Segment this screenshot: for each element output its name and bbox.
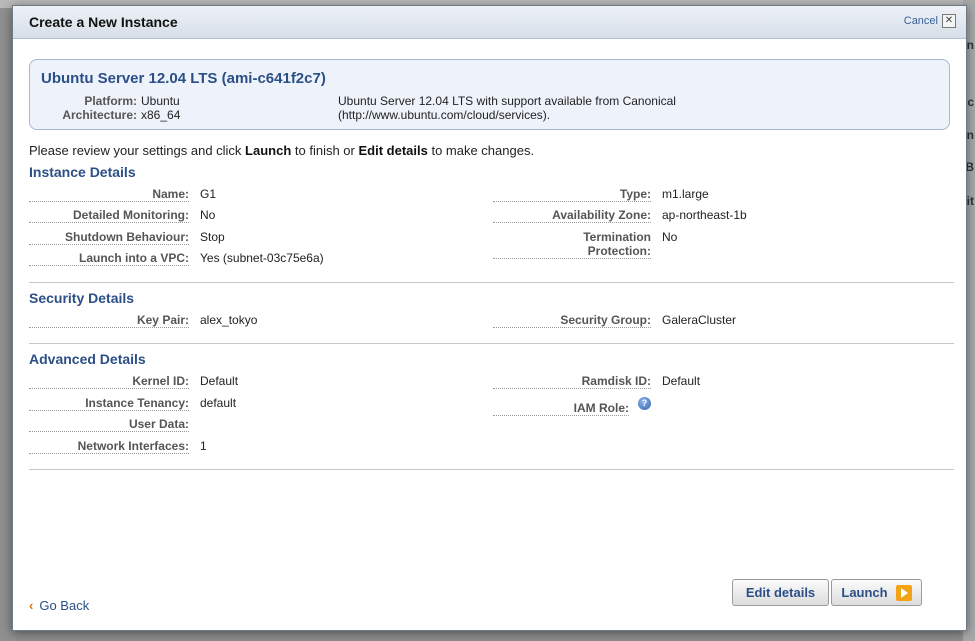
play-arrow-icon: [895, 584, 912, 601]
section-divider: [29, 282, 954, 283]
ami-description: Ubuntu Server 12.04 LTS with support ava…: [338, 94, 798, 122]
architecture-label: Architecture:: [62, 108, 137, 122]
dialog-titlebar: Create a New Instance Cancel ✕: [13, 6, 966, 39]
platform-row: Platform: Ubuntu: [41, 94, 180, 108]
launch-vpc-value: Yes (subnet-03c75e6a): [200, 251, 324, 265]
create-instance-dialog: Create a New Instance Cancel ✕ Ubuntu Se…: [12, 5, 967, 631]
edit-details-button[interactable]: Edit details: [732, 579, 829, 606]
help-icon[interactable]: ?: [638, 397, 651, 410]
platform-label: Platform:: [84, 94, 137, 108]
key-pair-value: alex_tokyo: [200, 313, 258, 327]
detailed-monitoring-value: No: [200, 208, 216, 222]
network-interfaces-value: 1: [200, 439, 207, 453]
termination-protection-value: No: [662, 230, 678, 244]
instance-tenancy-label: Instance Tenancy:: [29, 396, 189, 411]
review-launch-word: Launch: [245, 143, 292, 158]
review-text: to finish or: [291, 143, 359, 158]
cancel-button[interactable]: Cancel ✕: [904, 14, 956, 28]
architecture-row: Architecture: x86_64: [41, 108, 180, 122]
launch-vpc-label: Launch into a VPC:: [29, 251, 189, 266]
architecture-value: x86_64: [141, 108, 181, 122]
security-details-heading: Security Details: [29, 290, 135, 306]
security-group-label: Security Group:: [493, 313, 651, 328]
user-data-label: User Data:: [29, 417, 189, 432]
availability-zone-label: Availability Zone:: [493, 208, 651, 223]
network-interfaces-label: Network Interfaces:: [29, 439, 189, 454]
background-letter: c: [967, 95, 974, 109]
termination-label-line: Protection:: [587, 244, 651, 258]
shutdown-behaviour-label: Shutdown Behaviour:: [29, 230, 189, 245]
background-letter: n: [966, 38, 974, 52]
availability-zone-value: ap-northeast-1b: [662, 208, 747, 222]
kernel-id-label: Kernel ID:: [29, 374, 189, 389]
go-back-link[interactable]: ‹ Go Back: [29, 598, 89, 613]
platform-value: Ubuntu: [141, 94, 180, 108]
ramdisk-id-value: Default: [662, 374, 701, 388]
dialog-title: Create a New Instance: [29, 14, 178, 30]
name-label: Name:: [29, 187, 189, 202]
type-label: Type:: [493, 187, 651, 202]
shutdown-behaviour-value: Stop: [200, 230, 225, 244]
ami-title: Ubuntu Server 12.04 LTS (ami-c641f2c7): [41, 70, 326, 87]
name-value: G1: [200, 187, 217, 201]
review-edit-word: Edit details: [358, 143, 428, 158]
cancel-label: Cancel: [903, 15, 938, 27]
detailed-monitoring-label: Detailed Monitoring:: [29, 208, 189, 223]
section-divider: [29, 343, 954, 344]
iam-role-label: IAM Role:: [493, 401, 629, 416]
key-pair-label: Key Pair:: [29, 313, 189, 328]
ramdisk-id-label: Ramdisk ID:: [493, 374, 651, 389]
ami-description-line: Ubuntu Server 12.04 LTS with support ava…: [338, 94, 676, 108]
launch-label: Launch: [841, 585, 888, 600]
ami-summary-box: Ubuntu Server 12.04 LTS (ami-c641f2c7) P…: [29, 59, 950, 130]
ami-description-line: (http://www.ubuntu.com/cloud/services).: [338, 108, 551, 122]
advanced-details-heading: Advanced Details: [29, 351, 146, 367]
termination-label-line: Termination: [583, 230, 651, 244]
go-back-label: Go Back: [39, 598, 90, 613]
termination-protection-label: Termination Protection:: [493, 230, 651, 259]
edit-details-label: Edit details: [745, 585, 816, 600]
launch-button[interactable]: Launch: [831, 579, 922, 606]
close-icon[interactable]: ✕: [942, 14, 956, 28]
instance-details-heading: Instance Details: [29, 164, 136, 180]
background-letter: n: [966, 128, 974, 142]
security-group-value: GaleraCluster: [662, 313, 737, 327]
kernel-id-value: Default: [200, 374, 239, 388]
section-divider: [29, 469, 954, 470]
type-value: m1.large: [662, 187, 709, 201]
chevron-left-icon: ‹: [29, 598, 34, 613]
review-instructions: Please review your settings and click La…: [29, 143, 534, 158]
background-letter: it: [966, 194, 974, 208]
review-text: to make changes.: [427, 143, 535, 158]
instance-tenancy-value: default: [200, 396, 237, 410]
review-text: Please review your settings and click: [29, 143, 246, 158]
